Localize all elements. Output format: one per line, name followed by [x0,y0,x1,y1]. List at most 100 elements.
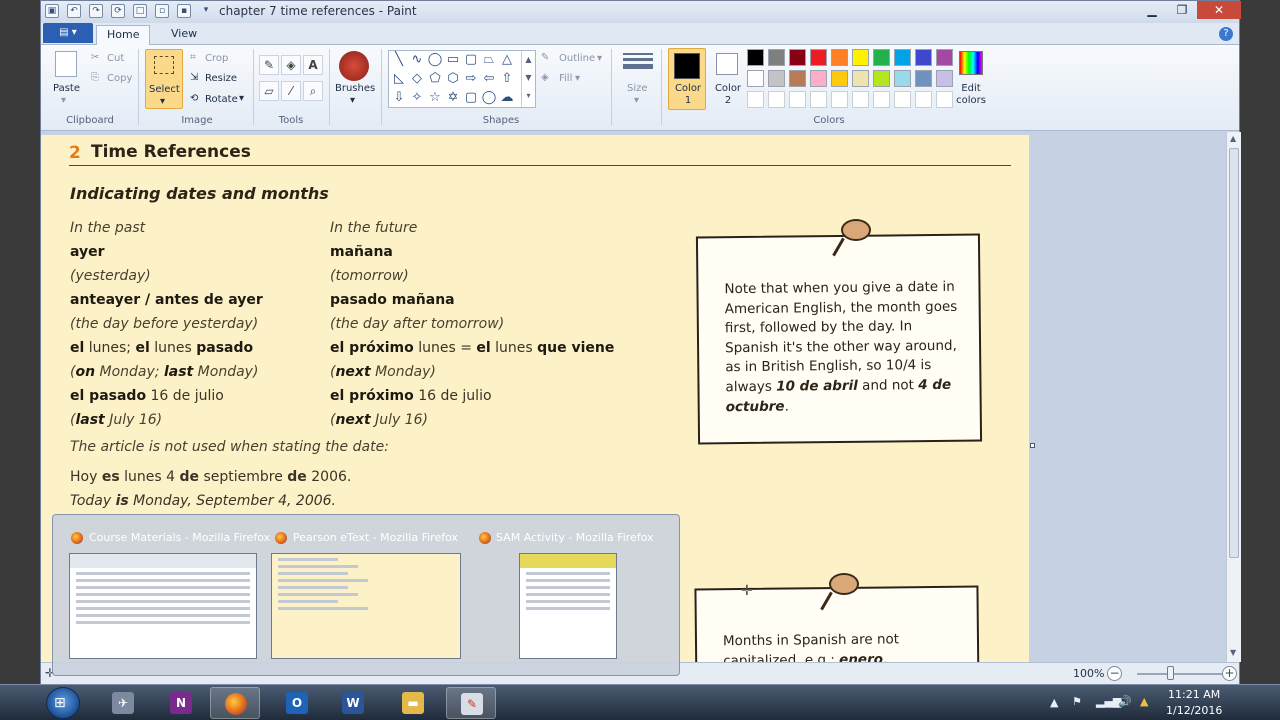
paste-button[interactable]: Paste [53,83,80,94]
thumbnail-title[interactable]: Course Materials - Mozilla Firefox [89,531,270,544]
resize-button[interactable]: Resize [205,73,237,84]
color-swatch[interactable] [894,49,911,66]
four-point-star-shape-icon[interactable]: ✧ [408,89,426,107]
callout-rect-shape-icon[interactable]: ▢ [462,89,480,107]
tab-view[interactable]: View [161,25,207,45]
color-swatch[interactable] [768,70,785,87]
refresh-icon[interactable]: ⟳ [111,4,125,18]
scroll-down-icon[interactable]: ▼ [1230,648,1236,657]
zoom-in-icon[interactable]: + [1222,666,1237,681]
color2-button[interactable]: Color 2 [711,83,745,107]
start-button[interactable]: ⊞ [46,687,80,719]
thumbnail-title[interactable]: SAM Activity - Mozilla Firefox [496,531,654,544]
thumbnail-title[interactable]: Pearson eText - Mozilla Firefox [293,531,458,544]
taskbar-app-rocket[interactable]: ✈ [98,687,148,719]
callout-oval-shape-icon[interactable]: ◯ [480,89,498,107]
color-swatch[interactable] [852,49,869,66]
color-swatch[interactable] [915,49,932,66]
tab-home[interactable]: Home [96,25,151,45]
rotate-button[interactable]: Rotate [205,94,238,105]
copy-button[interactable]: Copy [107,73,132,84]
left-arrow-shape-icon[interactable]: ⇦ [480,70,498,88]
edit-colors-button[interactable]: Edit colors [951,83,991,107]
redo-icon[interactable]: ↷ [89,4,103,18]
color-swatch[interactable] [810,91,827,108]
diamond-shape-icon[interactable]: ◇ [408,70,426,88]
taskbar-app-firefox[interactable] [210,687,260,719]
select-button[interactable]: Select ▾ [145,49,183,109]
magnifier-icon[interactable]: ⌕ [303,81,323,101]
rectangle-shape-icon[interactable]: ▭ [444,51,462,69]
file-menu-button[interactable]: ▤ ▾ [43,23,93,43]
taskbar-app-outlook[interactable]: O [272,687,322,719]
color-swatch[interactable] [789,91,806,108]
color-swatch[interactable] [894,91,911,108]
thumbnail-preview[interactable] [69,553,257,659]
vertical-scrollbar[interactable]: ▲ ▼ [1226,132,1241,662]
polygon-shape-icon[interactable]: ⏢ [480,51,498,69]
taskbar-app-onenote[interactable]: N [156,687,206,719]
color-swatch[interactable] [852,91,869,108]
color1-button[interactable]: Color 1 [668,48,706,110]
volume-icon[interactable]: 🔊 [1118,695,1132,708]
color-swatch[interactable] [894,70,911,87]
five-point-star-shape-icon[interactable]: ☆ [426,89,444,107]
color-swatch[interactable] [747,70,764,87]
zoom-slider-track[interactable] [1137,673,1233,675]
color-swatch[interactable] [873,49,890,66]
shapes-scroll-icon[interactable]: ▲ ▼ ▾ [521,51,535,107]
save-file-icon[interactable]: ▪ [177,4,191,18]
color-swatch[interactable] [747,91,764,108]
drive-icon[interactable]: ▲ [1140,695,1148,708]
action-center-icon[interactable]: ⚑ [1072,695,1082,708]
help-icon[interactable]: ? [1219,27,1233,41]
cloud-callout-shape-icon[interactable]: ☁ [498,89,516,107]
color-swatch[interactable] [915,70,932,87]
triangle-shape-icon[interactable]: △ [498,51,516,69]
clock-date[interactable]: 1/12/2016 [1166,704,1222,717]
close-button[interactable]: ✕ [1197,1,1241,19]
outline-button[interactable]: Outline [559,53,595,64]
open-file-icon[interactable]: ▫ [155,4,169,18]
rounded-rectangle-shape-icon[interactable]: ▢ [462,51,480,69]
oval-shape-icon[interactable]: ◯ [426,51,444,69]
zoom-slider-thumb[interactable] [1167,666,1174,680]
down-arrow-shape-icon[interactable]: ⇩ [390,89,408,107]
color-swatch[interactable] [768,49,785,66]
eraser-icon[interactable]: ▱ [259,81,279,101]
color-swatch[interactable] [789,49,806,66]
hexagon-shape-icon[interactable]: ⬡ [444,70,462,88]
line-shape-icon[interactable]: ╲ [390,51,408,69]
up-arrow-shape-icon[interactable]: ⇧ [498,70,516,88]
color-swatch[interactable] [936,49,953,66]
color-swatch[interactable] [831,49,848,66]
crop-button[interactable]: Crop [205,53,228,64]
size-button[interactable]: Size [627,83,648,94]
text-tool-icon[interactable]: A [303,55,323,75]
pencil-icon[interactable]: ✎ [259,55,279,75]
undo-icon[interactable]: ↶ [67,4,81,18]
show-hidden-icons[interactable]: ▲ [1050,696,1058,709]
color2-swatch[interactable] [716,53,738,75]
thumbnail-preview[interactable] [271,553,461,659]
fill-bucket-icon[interactable]: ◈ [281,55,301,75]
clock-time[interactable]: 11:21 AM [1168,688,1220,701]
scroll-up-icon[interactable]: ▲ [1230,134,1236,143]
thumbnail-preview[interactable] [519,553,617,659]
six-point-star-shape-icon[interactable]: ✡ [444,89,462,107]
color-swatch[interactable] [873,91,890,108]
restore-button[interactable]: ❐ [1167,1,1197,19]
customize-toolbar-icon[interactable]: ▾ [199,4,213,18]
brushes-button[interactable]: Brushes [335,83,375,94]
color-swatch[interactable] [810,49,827,66]
brushes-dropdown-icon[interactable]: ▾ [350,95,355,106]
size-dropdown-icon[interactable]: ▾ [634,95,639,106]
color-swatch[interactable] [852,70,869,87]
right-arrow-shape-icon[interactable]: ⇨ [462,70,480,88]
curve-shape-icon[interactable]: ∿ [408,51,426,69]
paste-dropdown-icon[interactable]: ▾ [61,95,66,106]
color-swatch[interactable] [747,49,764,66]
right-triangle-shape-icon[interactable]: ◺ [390,70,408,88]
color-swatch[interactable] [831,91,848,108]
color-swatch[interactable] [789,70,806,87]
